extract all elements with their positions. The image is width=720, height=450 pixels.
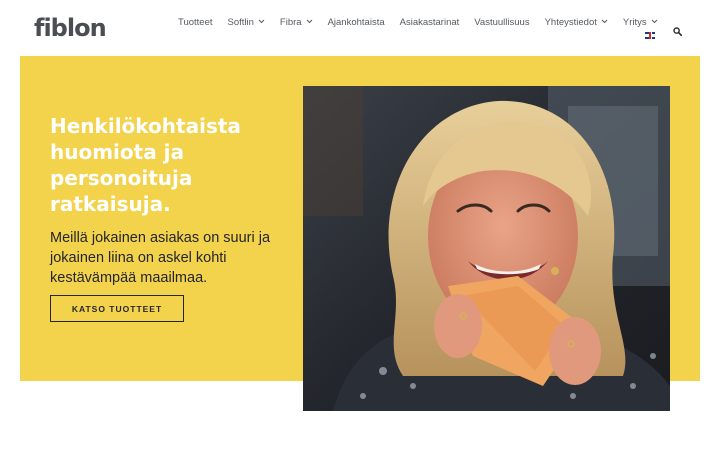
search-icon[interactable] [673,23,683,37]
chevron-down-icon [651,19,658,26]
nav-item-label: Yritys [622,16,647,28]
fiblon-logo[interactable]: fiblon [34,14,107,42]
nav-item-label: Tuotteet [178,16,213,28]
nav-item-softlin[interactable]: Softlin [228,14,265,30]
nav-item-label: Softlin [227,16,254,28]
chevron-down-icon [258,19,265,26]
hero-title: Henkilökohtaista huomiota ja personoituj… [50,114,241,216]
nav-item-vastuullisuus[interactable]: Vastuullisuus [474,14,529,30]
nav-item-ajankohtaista[interactable]: Ajankohtaista [328,14,385,30]
nav-item-label: Fibra [279,16,302,28]
nav-item-label: Asiakastarinat [399,16,460,28]
nav-item-label: Yhteystiedot [544,16,597,28]
katso-tuotteet-button[interactable]: KATSO TUOTTEET [50,295,184,322]
nav-item-label: Ajankohtaista [327,16,385,28]
nav-item-asiakastarinat[interactable]: Asiakastarinat [400,14,460,30]
main-nav: Tuotteet Softlin Fibra Ajankohtaista Asi… [178,14,673,30]
uk-flag-icon[interactable] [645,32,655,39]
chevron-down-icon [306,19,313,26]
nav-item-fibra[interactable]: Fibra [280,14,313,30]
site-header: fiblon Tuotteet Softlin Fibra Ajankohtai… [0,0,720,56]
chevron-down-icon [601,19,608,26]
hero-photo [303,86,670,411]
nav-item-label: Vastuullisuus [474,16,530,28]
nav-item-yhteystiedot[interactable]: Yhteystiedot [545,14,608,30]
nav-item-yritys[interactable]: Yritys [623,14,658,30]
hero-text: Meillä jokainen asiakas on suuri ja joka… [50,230,271,286]
nav-item-tuotteet[interactable]: Tuotteet [178,14,213,30]
